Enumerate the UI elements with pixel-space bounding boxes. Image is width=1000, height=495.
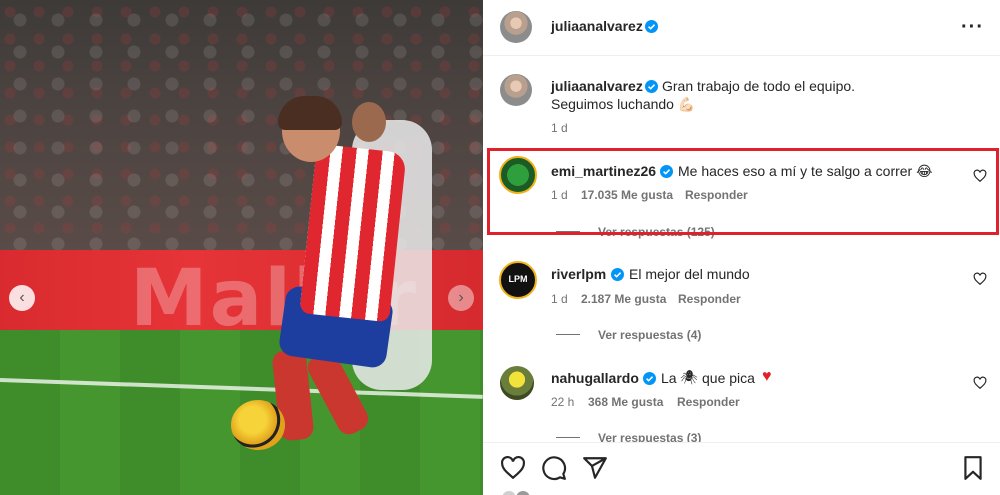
verified-badge-icon	[645, 20, 658, 33]
caption-text-line2: Seguimos luchando 💪🏻	[551, 96, 696, 112]
avatar[interactable]	[499, 156, 537, 194]
comment-username[interactable]: riverlpm	[551, 266, 606, 282]
avatar-text: LPM	[508, 274, 528, 284]
avatar[interactable]	[500, 11, 532, 43]
action-bar	[483, 442, 1000, 495]
photo-ball	[231, 400, 285, 450]
comments-pane: juliaanalvarez ··· juliaanalvarez Gran t…	[483, 0, 1000, 495]
heart-icon[interactable]	[973, 272, 987, 286]
comment-time: 1 d	[551, 292, 568, 306]
comment-text: Me haces eso a mí y te salgo a correr 😂	[678, 163, 933, 179]
replies-divider	[556, 334, 580, 335]
heart-icon[interactable]	[500, 455, 526, 481]
comment-text: La	[661, 370, 677, 386]
reply-button[interactable]: Responder	[677, 395, 740, 409]
heart-icon[interactable]	[973, 169, 987, 183]
avatar[interactable]	[500, 74, 532, 106]
view-replies-button[interactable]: Ver respuestas (125)	[598, 225, 715, 239]
avatar[interactable]: LPM	[499, 261, 537, 299]
post-header: juliaanalvarez ···	[483, 0, 1000, 56]
replies-divider	[556, 231, 580, 232]
chevron-right-icon[interactable]: ›	[448, 285, 474, 311]
heart-icon[interactable]	[973, 376, 987, 390]
view-replies-button[interactable]: Ver respuestas (4)	[598, 328, 701, 342]
replies-divider	[556, 437, 580, 438]
post-photo[interactable]: Mallor ‹ ›	[0, 0, 483, 495]
comment-likes[interactable]: 2.187 Me gusta	[581, 292, 666, 306]
chevron-left-icon[interactable]: ‹	[9, 285, 35, 311]
reply-button[interactable]: Responder	[685, 188, 748, 202]
reply-button[interactable]: Responder	[678, 292, 741, 306]
comment-time: 22 h	[551, 395, 575, 409]
liked-by-avatars	[501, 489, 532, 495]
caption-time: 1 d	[551, 121, 568, 135]
verified-badge-icon	[643, 372, 656, 385]
verified-badge-icon	[660, 165, 673, 178]
share-icon[interactable]	[582, 455, 608, 481]
author-username[interactable]: juliaanalvarez	[551, 18, 643, 34]
comment-text-end: que pica	[702, 370, 755, 386]
photo-player-shirt	[299, 143, 407, 323]
spider-emoji: 🕷	[680, 369, 698, 385]
comment-time: 1 d	[551, 188, 568, 202]
comment-text: El mejor del mundo	[629, 266, 750, 282]
verified-badge-icon	[611, 268, 624, 281]
comment-username[interactable]: nahugallardo	[551, 370, 639, 386]
verified-badge-icon	[645, 80, 658, 93]
comment-likes[interactable]: 368 Me gusta	[588, 395, 663, 409]
comment-icon[interactable]	[541, 455, 567, 481]
photo-opponent-head	[352, 102, 386, 142]
heart-emoji: ♥	[762, 368, 772, 385]
comment-username[interactable]: emi_martinez26	[551, 163, 656, 179]
caption-username[interactable]: juliaanalvarez	[551, 78, 643, 94]
comment-likes[interactable]: 17.035 Me gusta	[581, 188, 673, 202]
caption-text: Gran trabajo de todo el equipo.	[662, 78, 856, 94]
avatar[interactable]	[500, 366, 534, 400]
more-options-icon[interactable]: ···	[961, 16, 984, 39]
bookmark-icon[interactable]	[960, 455, 986, 481]
